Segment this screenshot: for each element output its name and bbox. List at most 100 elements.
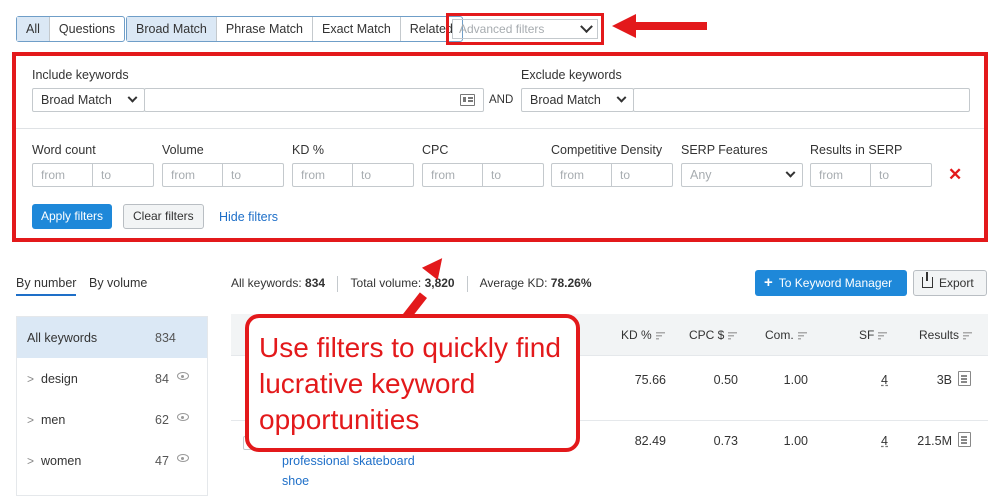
row2-sf[interactable]: 4 xyxy=(876,434,888,448)
tab-questions[interactable]: Questions xyxy=(50,17,124,41)
exclude-keywords-input[interactable] xyxy=(633,88,970,112)
export-icon xyxy=(922,272,933,288)
exclude-keywords-label: Exclude keywords xyxy=(521,68,622,82)
keyword-manager-label: To Keyword Manager xyxy=(778,276,893,290)
chevron-right-icon[interactable]: > xyxy=(27,413,41,427)
results-in-serp-label: Results in SERP xyxy=(810,143,903,157)
sidebar-item-label: design xyxy=(41,371,78,386)
column-label: SF xyxy=(859,328,875,342)
total-volume-value: 3,820 xyxy=(424,276,455,291)
results-to[interactable]: to xyxy=(871,164,931,186)
competitive-density-range[interactable]: from to xyxy=(551,163,673,187)
volume-label: Volume xyxy=(162,143,204,157)
tab-all[interactable]: All xyxy=(17,17,50,41)
chevron-right-icon[interactable]: > xyxy=(27,454,41,468)
keyword-stats: All keywords: 834 Total volume: 3,820 Av… xyxy=(231,276,592,292)
plus-icon: + xyxy=(764,274,773,291)
word-count-range[interactable]: from to xyxy=(32,163,154,187)
sidebar-item-all-keywords[interactable]: All keywords 834 xyxy=(17,317,207,358)
annotation-callout: Use filters to quickly find lucrative ke… xyxy=(245,314,580,452)
column-label: KD % xyxy=(621,328,652,342)
kd-label: KD % xyxy=(292,143,324,157)
filter-icon[interactable] xyxy=(655,331,665,340)
chevron-right-icon[interactable]: > xyxy=(27,372,41,386)
filters-panel: Include keywords Broad Match AND Exclude… xyxy=(12,52,988,242)
include-keywords-label: Include keywords xyxy=(32,68,129,82)
cpc-to[interactable]: to xyxy=(483,164,543,186)
to-keyword-manager-button[interactable]: + To Keyword Manager xyxy=(755,270,907,296)
eye-icon[interactable] xyxy=(177,372,189,380)
filter-icon[interactable] xyxy=(728,331,738,340)
cpc-range[interactable]: from to xyxy=(422,163,544,187)
chevron-down-icon xyxy=(785,167,796,178)
tab-by-volume[interactable]: By volume xyxy=(89,276,147,290)
word-count-label: Word count xyxy=(32,143,96,157)
cpc-from[interactable]: from xyxy=(423,164,483,186)
advanced-filters-dropdown[interactable]: Advanced filters xyxy=(452,19,598,39)
sidebar-item-design[interactable]: > design 84 xyxy=(17,358,207,399)
word-count-from[interactable]: from xyxy=(33,164,93,186)
hide-filters-link[interactable]: Hide filters xyxy=(219,210,278,224)
column-kd[interactable]: KD % xyxy=(621,328,665,342)
close-icon[interactable]: ✕ xyxy=(948,165,962,185)
total-volume-label: Total volume: xyxy=(350,276,422,291)
row1-sf[interactable]: 4 xyxy=(876,373,888,387)
apply-filters-button[interactable]: Apply filters xyxy=(32,204,113,229)
clear-filters-button[interactable]: Clear filters xyxy=(123,204,204,229)
chevron-down-icon xyxy=(127,92,138,103)
column-com[interactable]: Com. xyxy=(765,328,807,342)
eye-icon[interactable] xyxy=(177,454,189,462)
tab-by-number[interactable]: By number xyxy=(16,276,77,296)
volume-from[interactable]: from xyxy=(163,164,223,186)
list-icon[interactable] xyxy=(460,94,475,106)
row1-kd: 75.66 xyxy=(634,373,666,387)
sidebar-item-label: All keywords xyxy=(27,330,98,345)
tab-phrase-match[interactable]: Phrase Match xyxy=(217,17,313,41)
kd-range[interactable]: from to xyxy=(292,163,414,187)
filter-icon[interactable] xyxy=(878,331,888,340)
filter-icon[interactable] xyxy=(963,331,973,340)
column-cpc[interactable]: CPC $ xyxy=(689,328,738,342)
advanced-filters-highlight: Advanced filters xyxy=(446,13,604,45)
word-count-to[interactable]: to xyxy=(93,164,153,186)
row2-keyword-link[interactable]: professional skateboard shoe xyxy=(282,451,422,491)
divider xyxy=(337,276,339,292)
row2-results: 21.5M xyxy=(917,434,952,448)
exclude-match-select[interactable]: Broad Match xyxy=(521,88,634,112)
kd-to[interactable]: to xyxy=(353,164,413,186)
cpc-label: CPC xyxy=(422,143,449,157)
chevron-down-icon xyxy=(580,19,593,33)
panel-divider xyxy=(16,128,984,129)
serp-icon[interactable] xyxy=(958,371,971,386)
include-match-value: Broad Match xyxy=(41,93,112,107)
volume-to[interactable]: to xyxy=(223,164,283,186)
tab-broad-match[interactable]: Broad Match xyxy=(127,17,217,41)
row2-kd: 82.49 xyxy=(634,434,666,448)
serp-features-select[interactable]: Any xyxy=(681,163,803,187)
sidebar-item-count: 84 xyxy=(155,371,169,386)
include-keywords-input[interactable] xyxy=(144,88,484,112)
sidebar-item-label: men xyxy=(41,412,66,427)
export-button[interactable]: Export xyxy=(913,270,987,296)
column-results[interactable]: Results xyxy=(919,328,973,342)
results-in-serp-range[interactable]: from to xyxy=(810,163,932,187)
volume-range[interactable]: from to xyxy=(162,163,284,187)
kd-from[interactable]: from xyxy=(293,164,353,186)
serp-icon[interactable] xyxy=(958,432,971,447)
advanced-filters-placeholder: Advanced filters xyxy=(459,22,545,36)
filter-icon[interactable] xyxy=(797,331,807,340)
eye-icon[interactable] xyxy=(177,413,189,421)
competitive-density-to[interactable]: to xyxy=(612,164,672,186)
sidebar-item-men[interactable]: > men 62 xyxy=(17,399,207,440)
serp-features-label: SERP Features xyxy=(681,143,768,157)
competitive-density-label: Competitive Density xyxy=(551,143,663,157)
column-sf[interactable]: SF xyxy=(859,328,888,342)
row1-cpc: 0.50 xyxy=(713,373,738,387)
average-kd-label: Average KD: xyxy=(479,276,548,291)
and-label: AND xyxy=(489,94,514,106)
competitive-density-from[interactable]: from xyxy=(552,164,612,186)
include-match-select[interactable]: Broad Match xyxy=(32,88,145,112)
sidebar-item-women[interactable]: > women 47 xyxy=(17,440,207,481)
tab-exact-match[interactable]: Exact Match xyxy=(313,17,401,41)
results-from[interactable]: from xyxy=(811,164,871,186)
